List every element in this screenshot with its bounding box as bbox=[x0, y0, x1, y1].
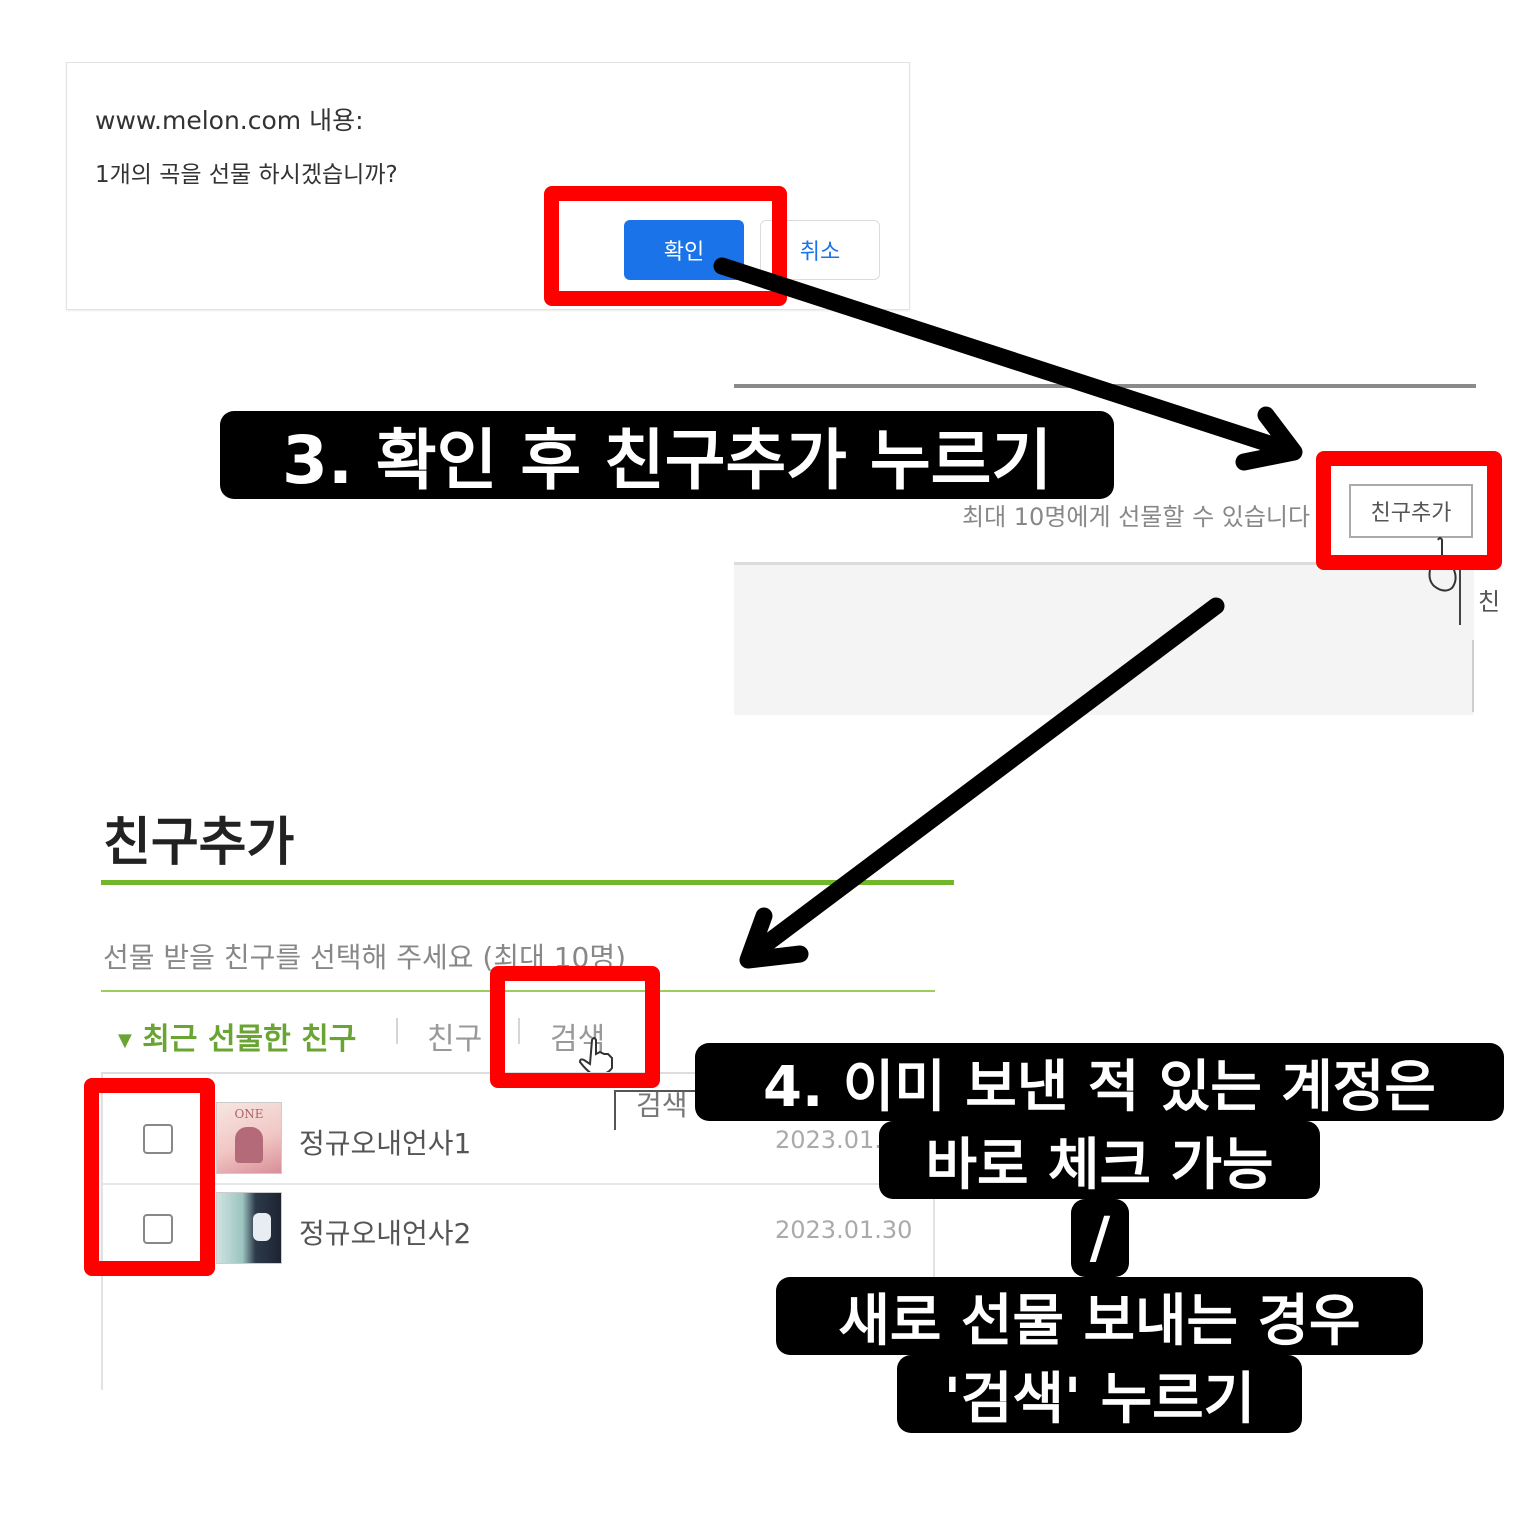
step4-caption-line2: 바로 체크 가능 bbox=[879, 1121, 1320, 1199]
step4-caption-line5: '검색' 누르기 bbox=[897, 1355, 1302, 1433]
step3-caption: 3. 확인 후 친구추가 누르기 bbox=[220, 411, 1114, 499]
arrow-to-friend-panel-icon bbox=[739, 597, 1225, 969]
step4-caption-line1: 4. 이미 보낸 적 있는 계정은 bbox=[695, 1043, 1504, 1121]
step4-caption-line4: 새로 선물 보내는 경우 bbox=[776, 1277, 1423, 1355]
step4-caption-line3: / bbox=[1071, 1199, 1129, 1277]
